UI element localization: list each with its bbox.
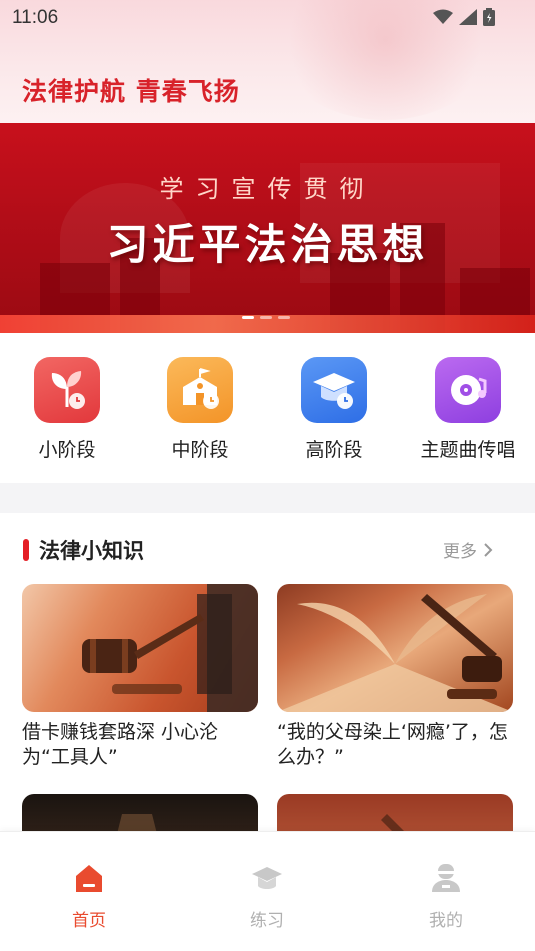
nav-label: 首页 [72, 911, 106, 931]
article-thumbnail [277, 584, 513, 712]
carousel-dot[interactable] [242, 316, 254, 319]
banner-carousel[interactable]: 学习宣传贯彻 习近平法治思想 [0, 123, 535, 333]
banner-subtitle: 学习宣传贯彻 [159, 175, 376, 203]
banner-title: 习近平法治思想 [106, 220, 429, 269]
status-time: 11:06 [12, 7, 59, 28]
graduation-cap-icon [252, 867, 282, 889]
music-disc-icon [435, 357, 501, 423]
nav-home[interactable]: 首页 [44, 862, 134, 931]
school-icon [167, 357, 233, 423]
carousel-indicator [242, 316, 290, 319]
article-card[interactable]: 借卡赚钱套路深 小心沦为“工具人” [22, 584, 258, 770]
category-middle-stage[interactable]: 中阶段 [140, 357, 260, 462]
more-link[interactable]: 更多 [443, 537, 493, 562]
nav-label: 练习 [250, 911, 284, 931]
nav-practice[interactable]: 练习 [222, 862, 312, 931]
category-grid: 小阶段 中阶段 高阶段 主题曲传唱 [0, 333, 535, 483]
article-thumbnail [22, 584, 258, 712]
more-label: 更多 [443, 542, 477, 562]
category-label: 高阶段 [305, 439, 363, 461]
article-title: “我的父母染上‘网瘾’了，怎么办？” [277, 721, 508, 768]
category-label: 中阶段 [171, 439, 229, 461]
category-primary-stage[interactable]: 小阶段 [7, 357, 127, 462]
sprout-icon [34, 357, 100, 423]
category-label: 小阶段 [38, 439, 96, 461]
home-icon [76, 865, 102, 892]
category-theme-song[interactable]: 主题曲传唱 [408, 357, 528, 462]
category-label: 主题曲传唱 [420, 439, 516, 461]
user-icon [432, 864, 460, 892]
wifi-icon [433, 9, 453, 24]
chevron-right-icon [484, 542, 493, 557]
section-title: 法律小知识 [39, 539, 144, 563]
carousel-dot[interactable] [278, 316, 290, 319]
article-card[interactable]: “我的父母染上‘网瘾’了，怎么办？” [277, 584, 513, 770]
bottom-navigation: 首页 练习 我的 [0, 831, 535, 951]
battery-icon [483, 8, 495, 26]
knowledge-section-header: 法律小知识 更多 [0, 513, 535, 583]
status-icons [433, 8, 495, 26]
nav-profile[interactable]: 我的 [401, 862, 491, 931]
graduation-cap-icon [301, 357, 367, 423]
section-divider [0, 483, 535, 513]
header-slogan: 法律护航 青春飞扬 [22, 77, 240, 106]
top-header: 11:06 法律护航 青春飞扬 [0, 0, 535, 123]
category-high-stage[interactable]: 高阶段 [274, 357, 394, 462]
carousel-dot[interactable] [260, 316, 272, 319]
status-bar: 11:06 [0, 0, 535, 38]
nav-label: 我的 [429, 911, 463, 931]
section-accent-bar [23, 539, 29, 561]
signal-icon [459, 9, 477, 25]
article-title: 借卡赚钱套路深 小心沦为“工具人” [22, 721, 219, 768]
